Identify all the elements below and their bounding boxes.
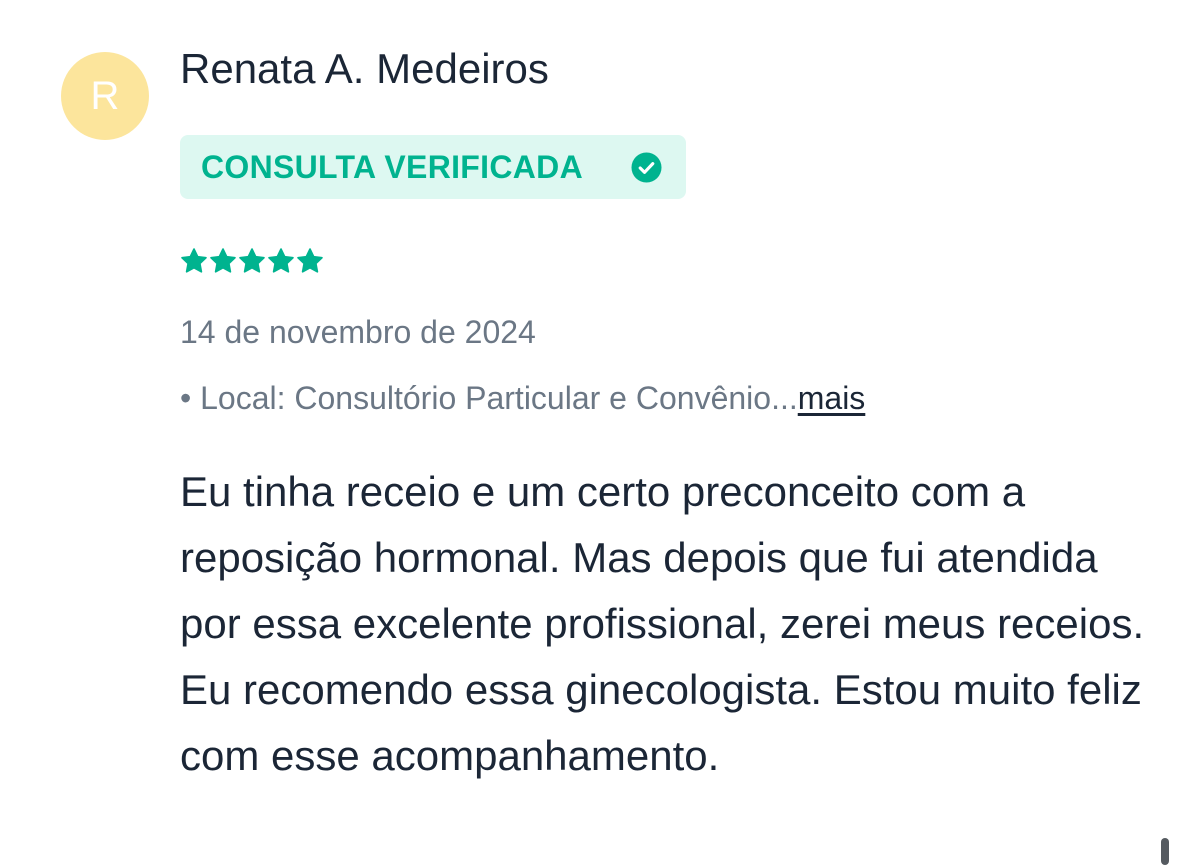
star-icon (268, 248, 294, 273)
scrollbar[interactable] (1161, 838, 1169, 865)
star-icon (210, 248, 236, 273)
more-link[interactable]: mais (798, 380, 866, 416)
star-rating (180, 247, 324, 279)
review-text: Eu tinha receio e um certo preconceito c… (180, 468, 1145, 779)
bullet: • (180, 380, 201, 416)
verified-badge-label: CONSULTA VERIFICADA (201, 148, 583, 185)
star-icon (181, 248, 207, 273)
location-text: Local: Consultório Particular e Convênio… (200, 380, 798, 416)
review-card: R Renata A. Medeiros CONSULTA VERIFICADA… (0, 0, 1179, 865)
review-date: 14 de novembro de 2024 (180, 314, 536, 350)
author-name: Renata A. Medeiros (180, 45, 549, 92)
avatar: R (61, 52, 149, 140)
verified-badge: CONSULTA VERIFICADA (180, 135, 686, 199)
star-icon (239, 248, 265, 273)
star-icon (297, 248, 323, 273)
review-location: • Local: Consultório Particular e Convên… (180, 379, 865, 417)
check-circle-icon (631, 152, 662, 183)
